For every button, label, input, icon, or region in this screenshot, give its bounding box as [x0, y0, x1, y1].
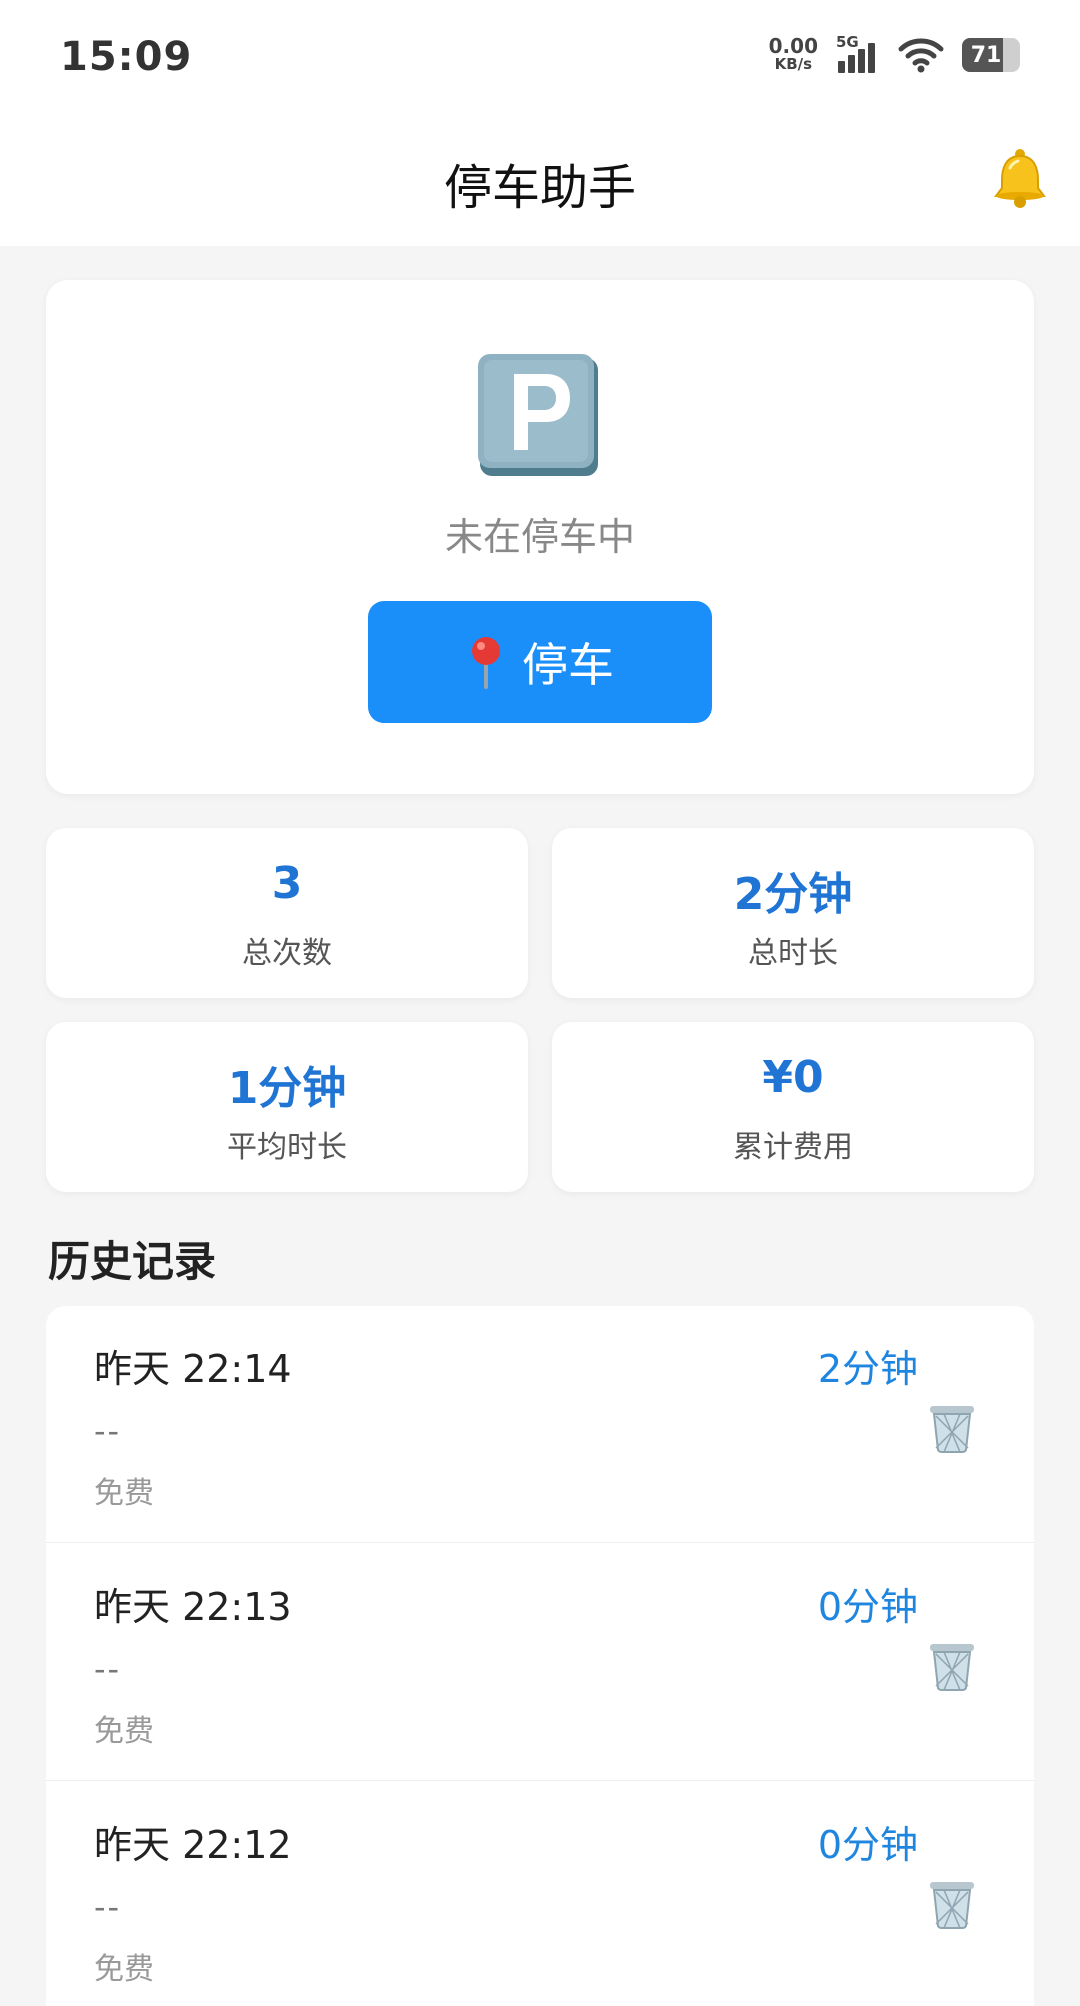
history-time: 昨天 22:14: [94, 1347, 292, 1391]
stat-average-duration: 1分钟 平均时长: [46, 1022, 528, 1192]
map-pin-icon: [472, 637, 500, 689]
cell-signal-icon: 5G: [836, 33, 880, 77]
history-section-title: 历史记录: [48, 1237, 217, 1286]
network-speed: 0.00 KB/s: [768, 34, 818, 73]
stat-label: 平均时长: [227, 1130, 347, 1165]
history-duration: 0分钟: [817, 1585, 918, 1629]
app-header: 停车助手: [0, 110, 1080, 246]
stat-value: 3: [271, 858, 303, 909]
history-location: --: [94, 1650, 122, 1688]
network-type-label: 5G: [836, 33, 859, 51]
network-speed-value: 0.00: [768, 34, 818, 58]
delete-record-button[interactable]: [928, 1878, 976, 1930]
history-fee: 免费: [94, 1714, 154, 1749]
history-item[interactable]: 昨天 22:12 -- 免费 0分钟: [46, 1782, 1034, 2006]
delete-record-button[interactable]: [928, 1640, 976, 1692]
history-location: --: [94, 1888, 122, 1926]
history-time: 昨天 22:12: [94, 1823, 292, 1867]
history-item[interactable]: 昨天 22:14 -- 免费 2分钟: [46, 1306, 1034, 1543]
history-location: --: [94, 1412, 122, 1450]
stat-total-duration: 2分钟 总时长: [552, 828, 1034, 998]
wifi-icon: [898, 37, 944, 73]
history-item[interactable]: 昨天 22:13 -- 免费 0分钟: [46, 1544, 1034, 1781]
trash-icon: [930, 1406, 974, 1453]
history-fee: 免费: [94, 1952, 154, 1987]
bell-icon[interactable]: [988, 146, 1052, 210]
park-button[interactable]: 停车: [368, 601, 712, 723]
parking-status-text: 未在停车中: [444, 515, 635, 559]
trash-icon: [930, 1882, 974, 1929]
network-speed-unit: KB/s: [774, 55, 813, 73]
status-time: 15:09: [60, 34, 193, 80]
parking-sign-icon: [476, 352, 602, 478]
stat-total-count: 3 总次数: [46, 828, 528, 998]
battery-icon: 71: [962, 38, 1020, 72]
parking-status-card: 未在停车中 停车: [46, 280, 1034, 794]
status-icons: 0.00 KB/s 5G 71: [769, 30, 1020, 80]
history-duration: 0分钟: [817, 1823, 918, 1867]
stat-label: 累计费用: [733, 1130, 853, 1165]
delete-record-button[interactable]: [928, 1402, 976, 1454]
stat-label: 总次数: [242, 936, 332, 971]
stat-label: 总时长: [748, 936, 838, 971]
stat-value: ¥0: [762, 1052, 824, 1103]
status-bar: 15:09 0.00 KB/s 5G 71: [0, 0, 1080, 110]
history-time: 昨天 22:13: [94, 1585, 292, 1629]
battery-level: 71: [970, 42, 1002, 68]
history-list: 昨天 22:14 -- 免费 2分钟 昨天 22:13 -- 免费 0分钟 昨天…: [46, 1306, 1034, 2006]
stat-total-cost: ¥0 累计费用: [552, 1022, 1034, 1192]
page-title: 停车助手: [443, 160, 636, 216]
history-fee: 免费: [94, 1476, 154, 1511]
park-button-label: 停车: [522, 638, 614, 692]
history-duration: 2分钟: [817, 1347, 918, 1391]
trash-icon: [930, 1644, 974, 1691]
stat-value: 2分钟: [733, 869, 853, 920]
stat-value: 1分钟: [227, 1063, 347, 1114]
